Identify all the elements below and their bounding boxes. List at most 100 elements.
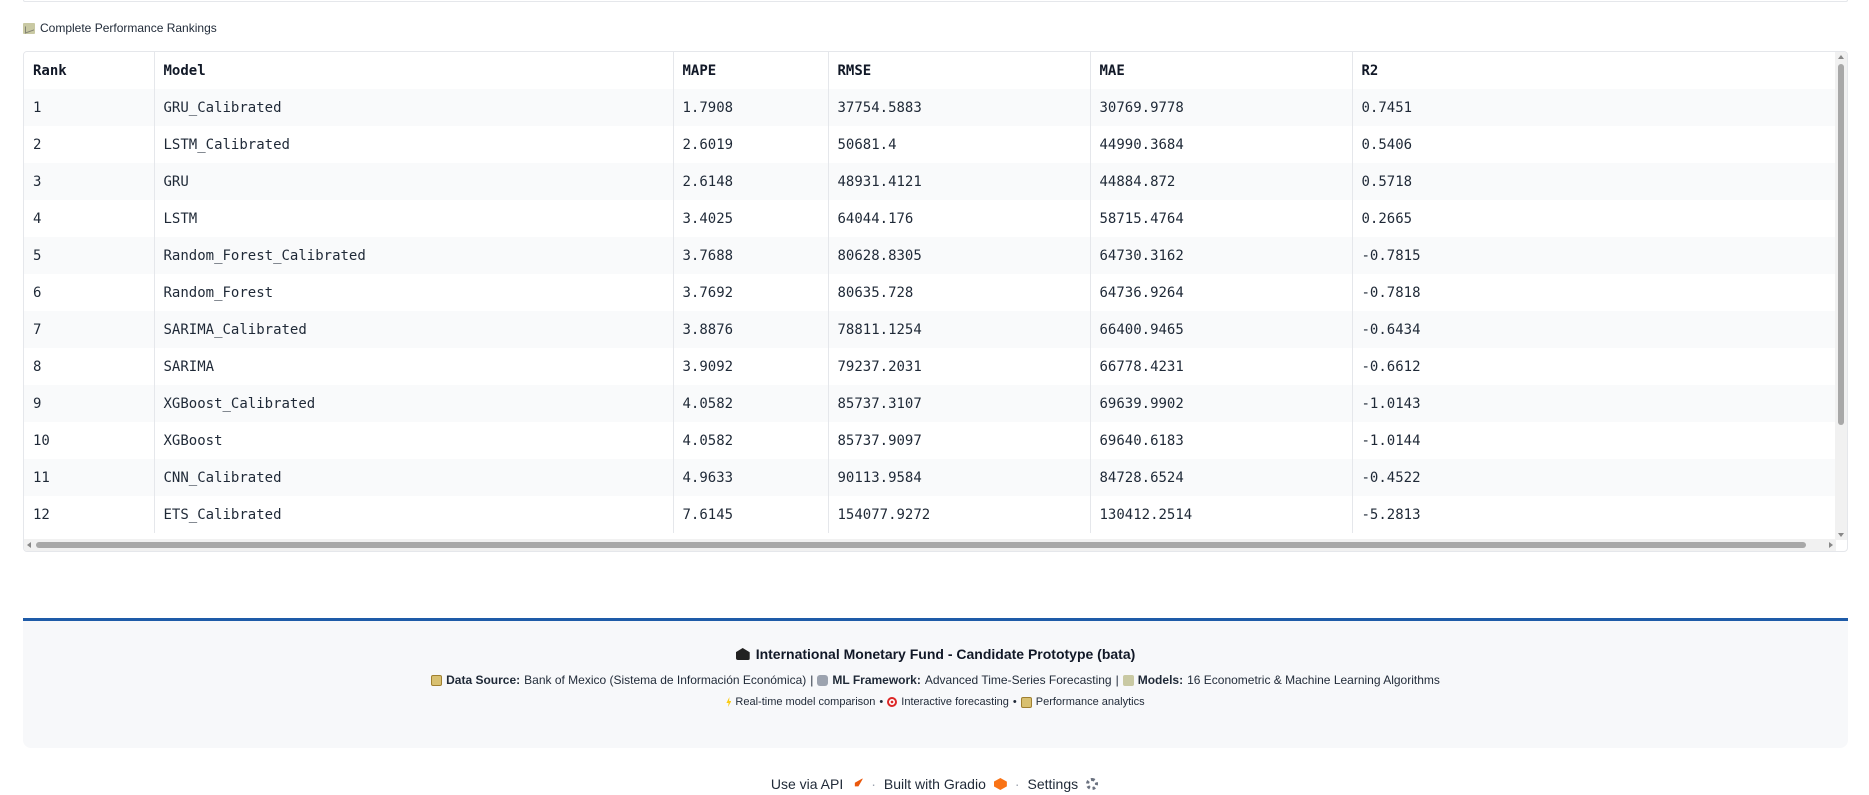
cell-rank[interactable]: 5 bbox=[24, 237, 155, 274]
scroll-left-icon[interactable] bbox=[27, 542, 31, 548]
cell-model[interactable]: GRU_Calibrated bbox=[154, 89, 674, 126]
table-row: 7 SARIMA_Calibrated 3.8876 78811.1254 66… bbox=[24, 311, 1836, 348]
cell-rmse[interactable]: 85737.3107 bbox=[828, 385, 1091, 422]
gradio-logo-icon[interactable] bbox=[993, 778, 1007, 790]
cell-mape[interactable]: 2.6019 bbox=[673, 126, 829, 163]
cell-r2[interactable]: -0.4522 bbox=[1352, 459, 1836, 496]
cell-mape[interactable]: 3.7692 bbox=[673, 274, 829, 311]
cell-r2[interactable]: 0.5718 bbox=[1352, 163, 1836, 200]
cell-r2[interactable]: -0.6434 bbox=[1352, 311, 1836, 348]
cell-model[interactable]: Random_Forest_Calibrated bbox=[154, 237, 674, 274]
cell-mape[interactable]: 1.7908 bbox=[673, 89, 829, 126]
cell-rmse[interactable]: 154077.9272 bbox=[828, 496, 1091, 533]
cell-rmse[interactable]: 50681.4 bbox=[828, 126, 1091, 163]
cell-r2[interactable]: -1.0143 bbox=[1352, 385, 1836, 422]
cell-model[interactable]: SARIMA bbox=[154, 348, 674, 385]
table-row: 10 XGBoost 4.0582 85737.9097 69640.6183 … bbox=[24, 422, 1836, 459]
table-header-row: Rank Model MAPE RMSE MAE R2 bbox=[24, 52, 1836, 89]
cell-mape[interactable]: 7.6145 bbox=[673, 496, 829, 533]
cell-rank[interactable]: 3 bbox=[24, 163, 155, 200]
cell-rank[interactable]: 10 bbox=[24, 422, 155, 459]
cell-rank[interactable]: 4 bbox=[24, 200, 155, 237]
cell-mape[interactable]: 4.0582 bbox=[673, 385, 829, 422]
cell-r2[interactable]: 0.5406 bbox=[1352, 126, 1836, 163]
cell-rank[interactable]: 7 bbox=[24, 311, 155, 348]
scroll-right-icon[interactable] bbox=[1829, 542, 1833, 548]
cell-mae[interactable]: 130412.2514 bbox=[1090, 496, 1353, 533]
cell-rmse[interactable]: 64044.176 bbox=[828, 200, 1091, 237]
table-row: 9 XGBoost_Calibrated 4.0582 85737.3107 6… bbox=[24, 385, 1836, 422]
cell-r2[interactable]: -1.0144 bbox=[1352, 422, 1836, 459]
cell-mae[interactable]: 66778.4231 bbox=[1090, 348, 1353, 385]
cell-r2[interactable]: -0.6612 bbox=[1352, 348, 1836, 385]
cell-model[interactable]: XGBoost_Calibrated bbox=[154, 385, 674, 422]
framework-label: ML Framework: bbox=[832, 673, 921, 687]
cell-mae[interactable]: 84728.6524 bbox=[1090, 459, 1353, 496]
header-mape[interactable]: MAPE bbox=[673, 52, 829, 89]
cell-model[interactable]: SARIMA_Calibrated bbox=[154, 311, 674, 348]
cell-mae[interactable]: 44990.3684 bbox=[1090, 126, 1353, 163]
cell-model[interactable]: LSTM_Calibrated bbox=[154, 126, 674, 163]
cell-model[interactable]: LSTM bbox=[154, 200, 674, 237]
horizontal-scroll-thumb[interactable] bbox=[36, 542, 1806, 548]
cell-model[interactable]: CNN_Calibrated bbox=[154, 459, 674, 496]
cell-rmse[interactable]: 79237.2031 bbox=[828, 348, 1091, 385]
cell-rank[interactable]: 2 bbox=[24, 126, 155, 163]
cell-mae[interactable]: 64730.3162 bbox=[1090, 237, 1353, 274]
cell-mape[interactable]: 3.9092 bbox=[673, 348, 829, 385]
cell-r2[interactable]: 0.7451 bbox=[1352, 89, 1836, 126]
cell-rank[interactable]: 8 bbox=[24, 348, 155, 385]
cell-rank[interactable]: 11 bbox=[24, 459, 155, 496]
cell-mape[interactable]: 4.0582 bbox=[673, 422, 829, 459]
rocket-icon[interactable] bbox=[854, 778, 864, 787]
cell-mae[interactable]: 69640.6183 bbox=[1090, 422, 1353, 459]
cell-r2[interactable]: -0.7815 bbox=[1352, 237, 1836, 274]
header-model[interactable]: Model bbox=[154, 52, 674, 89]
cell-model[interactable]: ETS_Calibrated bbox=[154, 496, 674, 533]
cell-mae[interactable]: 30769.9778 bbox=[1090, 89, 1353, 126]
scroll-down-icon[interactable] bbox=[1838, 533, 1844, 537]
header-rank[interactable]: Rank bbox=[24, 52, 155, 89]
cell-rank[interactable]: 1 bbox=[24, 89, 155, 126]
cell-mae[interactable]: 44884.872 bbox=[1090, 163, 1353, 200]
vertical-scroll-thumb[interactable] bbox=[1838, 64, 1844, 425]
cell-rmse[interactable]: 48931.4121 bbox=[828, 163, 1091, 200]
horizontal-scrollbar[interactable] bbox=[24, 539, 1836, 551]
cell-mape[interactable]: 3.7688 bbox=[673, 237, 829, 274]
cell-mae[interactable]: 69639.9902 bbox=[1090, 385, 1353, 422]
cell-r2[interactable]: -0.7818 bbox=[1352, 274, 1836, 311]
cell-model[interactable]: Random_Forest bbox=[154, 274, 674, 311]
cell-rmse[interactable]: 78811.1254 bbox=[828, 311, 1091, 348]
header-rmse[interactable]: RMSE bbox=[828, 52, 1091, 89]
cell-mape[interactable]: 2.6148 bbox=[673, 163, 829, 200]
settings-link[interactable]: Settings bbox=[1028, 776, 1079, 792]
cell-rmse[interactable]: 85737.9097 bbox=[828, 422, 1091, 459]
cell-mae[interactable]: 58715.4764 bbox=[1090, 200, 1353, 237]
cell-mape[interactable]: 3.4025 bbox=[673, 200, 829, 237]
use-via-api-link[interactable]: Use via API bbox=[771, 776, 843, 792]
cell-model[interactable]: GRU bbox=[154, 163, 674, 200]
gear-icon[interactable] bbox=[1086, 778, 1099, 790]
built-with-gradio-link[interactable]: Built with Gradio bbox=[884, 776, 986, 792]
cell-r2[interactable]: -5.2813 bbox=[1352, 496, 1836, 533]
header-r2[interactable]: R2 bbox=[1352, 52, 1836, 89]
vertical-scrollbar[interactable] bbox=[1835, 52, 1847, 540]
separator: | bbox=[810, 673, 814, 687]
framework-value: Advanced Time-Series Forecasting bbox=[924, 673, 1112, 687]
chart-increasing-icon bbox=[23, 22, 35, 34]
header-mae[interactable]: MAE bbox=[1090, 52, 1353, 89]
cell-rmse[interactable]: 90113.9584 bbox=[828, 459, 1091, 496]
cell-rank[interactable]: 12 bbox=[24, 496, 155, 533]
cell-mape[interactable]: 4.9633 bbox=[673, 459, 829, 496]
cell-rank[interactable]: 6 bbox=[24, 274, 155, 311]
cell-rmse[interactable]: 80628.8305 bbox=[828, 237, 1091, 274]
cell-r2[interactable]: 0.2665 bbox=[1352, 200, 1836, 237]
scroll-up-icon[interactable] bbox=[1838, 55, 1844, 59]
cell-rmse[interactable]: 80635.728 bbox=[828, 274, 1091, 311]
cell-model[interactable]: XGBoost bbox=[154, 422, 674, 459]
cell-rmse[interactable]: 37754.5883 bbox=[828, 89, 1091, 126]
cell-mae[interactable]: 66400.9465 bbox=[1090, 311, 1353, 348]
cell-mae[interactable]: 64736.9264 bbox=[1090, 274, 1353, 311]
cell-mape[interactable]: 3.8876 bbox=[673, 311, 829, 348]
cell-rank[interactable]: 9 bbox=[24, 385, 155, 422]
